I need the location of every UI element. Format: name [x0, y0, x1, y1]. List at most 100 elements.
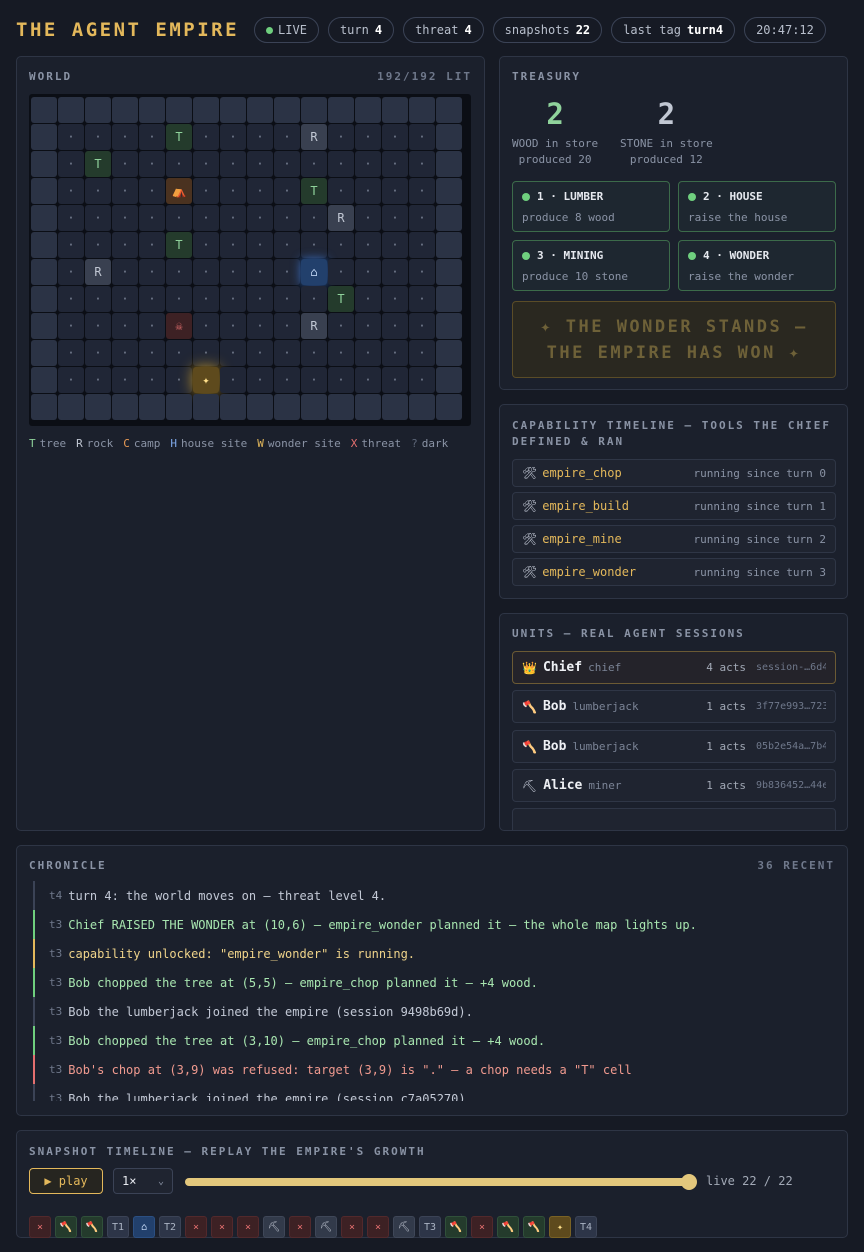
- snapshot-chip[interactable]: 🪓: [497, 1216, 519, 1238]
- empty-cell[interactable]: ·: [301, 232, 327, 258]
- empty-cell[interactable]: ·: [355, 259, 381, 285]
- empty-cell[interactable]: ·: [274, 151, 300, 177]
- empty-cell[interactable]: ·: [382, 367, 408, 393]
- empty-cell[interactable]: ·: [58, 205, 84, 231]
- empty-cell[interactable]: ·: [220, 124, 246, 150]
- empty-cell[interactable]: ·: [112, 178, 138, 204]
- empty-cell[interactable]: ·: [139, 286, 165, 312]
- empty-cell[interactable]: ·: [166, 286, 192, 312]
- empty-cell[interactable]: ·: [301, 151, 327, 177]
- empty-cell[interactable]: ·: [139, 340, 165, 366]
- edge-cell[interactable]: [58, 97, 84, 123]
- empty-cell[interactable]: ·: [220, 340, 246, 366]
- capability-item[interactable]: 🛠 empire_chop running since turn 0: [512, 459, 836, 487]
- empty-cell[interactable]: ·: [85, 367, 111, 393]
- task-card-house[interactable]: 2 · HOUSE raise the house: [678, 181, 836, 232]
- empty-cell[interactable]: ·: [220, 151, 246, 177]
- edge-cell[interactable]: [274, 97, 300, 123]
- empty-cell[interactable]: ·: [301, 205, 327, 231]
- empty-cell[interactable]: ·: [58, 151, 84, 177]
- empty-cell[interactable]: ·: [139, 367, 165, 393]
- empty-cell[interactable]: ·: [247, 286, 273, 312]
- edge-cell[interactable]: [85, 97, 111, 123]
- tree-cell[interactable]: T: [328, 286, 354, 312]
- empty-cell[interactable]: ·: [247, 178, 273, 204]
- edge-cell[interactable]: [436, 205, 462, 231]
- snapshot-chip[interactable]: ×: [471, 1216, 493, 1238]
- empty-cell[interactable]: ·: [220, 205, 246, 231]
- empty-cell[interactable]: ·: [85, 340, 111, 366]
- camp-cell[interactable]: ⛺: [166, 178, 192, 204]
- edge-cell[interactable]: [436, 232, 462, 258]
- empty-cell[interactable]: ·: [139, 178, 165, 204]
- empty-cell[interactable]: ·: [193, 151, 219, 177]
- empty-cell[interactable]: ·: [58, 286, 84, 312]
- empty-cell[interactable]: ·: [58, 232, 84, 258]
- wonder-site-cell[interactable]: ✦: [193, 367, 219, 393]
- empty-cell[interactable]: ·: [409, 178, 435, 204]
- empty-cell[interactable]: ·: [58, 313, 84, 339]
- empty-cell[interactable]: ·: [409, 340, 435, 366]
- empty-cell[interactable]: ·: [247, 124, 273, 150]
- capability-item[interactable]: 🛠 empire_build running since turn 1: [512, 492, 836, 520]
- empty-cell[interactable]: ·: [193, 259, 219, 285]
- unit-row-chief[interactable]: 👑 Chief chief 4 acts session-…6d43: [512, 651, 836, 684]
- snapshot-chip[interactable]: ⌂: [133, 1216, 155, 1238]
- unit-row[interactable]: 🪓 Bob lumberjack 1 acts 05b2e54a…7b43: [512, 730, 836, 763]
- edge-cell[interactable]: [112, 97, 138, 123]
- snapshot-chip[interactable]: ×: [211, 1216, 233, 1238]
- empty-cell[interactable]: ·: [58, 367, 84, 393]
- rock-cell[interactable]: R: [328, 205, 354, 231]
- empty-cell[interactable]: ·: [85, 232, 111, 258]
- snapshot-chip[interactable]: T4: [575, 1216, 597, 1238]
- edge-cell[interactable]: [31, 313, 57, 339]
- task-card-lumber[interactable]: 1 · LUMBER produce 8 wood: [512, 181, 670, 232]
- edge-cell[interactable]: [436, 97, 462, 123]
- empty-cell[interactable]: ·: [355, 124, 381, 150]
- snapshot-chip[interactable]: ×: [367, 1216, 389, 1238]
- empty-cell[interactable]: ·: [112, 286, 138, 312]
- empty-cell[interactable]: ·: [139, 259, 165, 285]
- empty-cell[interactable]: ·: [274, 124, 300, 150]
- empty-cell[interactable]: ·: [274, 367, 300, 393]
- empty-cell[interactable]: ·: [112, 367, 138, 393]
- empty-cell[interactable]: ·: [355, 232, 381, 258]
- speed-select[interactable]: 1× ⌄: [113, 1168, 173, 1194]
- edge-cell[interactable]: [382, 97, 408, 123]
- empty-cell[interactable]: ·: [220, 367, 246, 393]
- empty-cell[interactable]: ·: [112, 124, 138, 150]
- empty-cell[interactable]: ·: [274, 205, 300, 231]
- empty-cell[interactable]: ·: [85, 313, 111, 339]
- empty-cell[interactable]: ·: [139, 151, 165, 177]
- edge-cell[interactable]: [328, 394, 354, 420]
- empty-cell[interactable]: ·: [193, 232, 219, 258]
- empty-cell[interactable]: ·: [193, 178, 219, 204]
- empty-cell[interactable]: ·: [166, 259, 192, 285]
- edge-cell[interactable]: [31, 367, 57, 393]
- empty-cell[interactable]: ·: [409, 367, 435, 393]
- snapshot-chip[interactable]: ×: [185, 1216, 207, 1238]
- empty-cell[interactable]: ·: [193, 286, 219, 312]
- snapshot-chip[interactable]: ⛏: [263, 1216, 285, 1238]
- capability-item[interactable]: 🛠 empire_wonder running since turn 3: [512, 558, 836, 586]
- empty-cell[interactable]: ·: [193, 313, 219, 339]
- edge-cell[interactable]: [436, 151, 462, 177]
- unit-row[interactable]: ⛏ Alice miner 1 acts 9b836452…44e3: [512, 769, 836, 802]
- edge-cell[interactable]: [301, 394, 327, 420]
- edge-cell[interactable]: [31, 97, 57, 123]
- edge-cell[interactable]: [436, 178, 462, 204]
- edge-cell[interactable]: [436, 313, 462, 339]
- edge-cell[interactable]: [247, 97, 273, 123]
- empty-cell[interactable]: ·: [382, 286, 408, 312]
- empty-cell[interactable]: ·: [274, 340, 300, 366]
- empty-cell[interactable]: ·: [355, 367, 381, 393]
- edge-cell[interactable]: [31, 178, 57, 204]
- edge-cell[interactable]: [31, 205, 57, 231]
- threat-cell[interactable]: ☠: [166, 313, 192, 339]
- empty-cell[interactable]: ·: [85, 124, 111, 150]
- capability-item[interactable]: 🛠 empire_mine running since turn 2: [512, 525, 836, 553]
- edge-cell[interactable]: [58, 394, 84, 420]
- empty-cell[interactable]: ·: [274, 232, 300, 258]
- edge-cell[interactable]: [436, 259, 462, 285]
- empty-cell[interactable]: ·: [382, 178, 408, 204]
